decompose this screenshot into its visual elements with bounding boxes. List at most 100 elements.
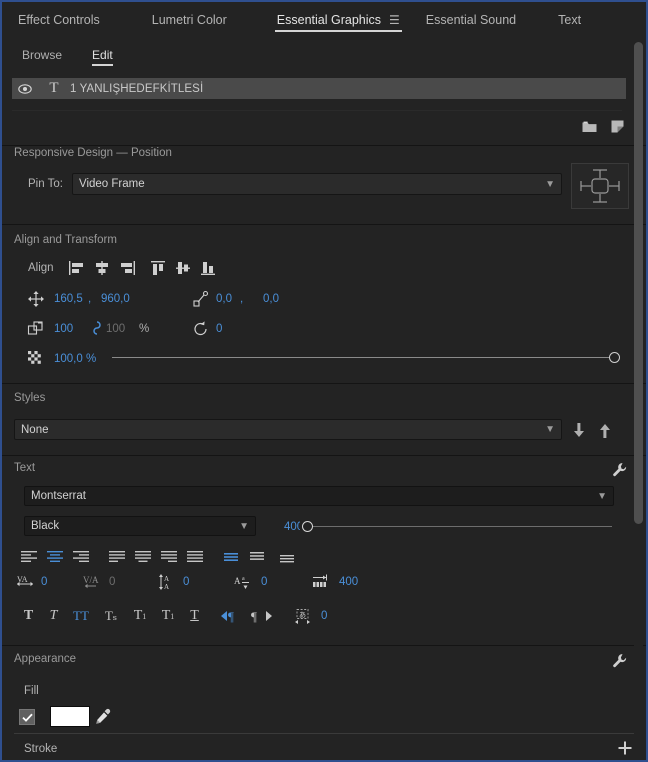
- font-size-slider-track[interactable]: [312, 526, 612, 527]
- wrench-icon[interactable]: [612, 462, 628, 478]
- rotation-icon: [192, 320, 210, 338]
- tab-text[interactable]: Text: [556, 2, 583, 37]
- subtab-browse[interactable]: Browse: [22, 40, 62, 70]
- new-folder-icon[interactable]: [582, 121, 597, 133]
- fill-color-swatch[interactable]: [50, 706, 90, 727]
- position-x-value[interactable]: 160,5: [54, 293, 83, 305]
- kerning-icon: V/A: [82, 573, 104, 591]
- align-right-icon[interactable]: [114, 257, 139, 279]
- tab-active-underline: [274, 30, 402, 32]
- svg-text:A: A: [164, 575, 169, 583]
- fill-enabled-checkbox[interactable]: [19, 709, 35, 725]
- wrench-icon[interactable]: [612, 653, 628, 669]
- align-bottom-icon[interactable]: [196, 257, 221, 279]
- tab-lumetri-color[interactable]: Lumetri Color: [150, 2, 229, 37]
- align-text-right-icon[interactable]: [68, 547, 94, 567]
- align-left-icon[interactable]: [64, 257, 89, 279]
- position-y-value[interactable]: 960,0: [101, 293, 130, 305]
- tsume-icon[interactable]: あ: [291, 605, 317, 627]
- scale-unit: %: [139, 323, 150, 335]
- scale-height-value[interactable]: 100: [106, 323, 125, 335]
- align-vertical-center-icon[interactable]: [218, 547, 244, 567]
- svg-text:a: a: [242, 576, 245, 582]
- position-icon: [27, 290, 45, 308]
- kerning-metric[interactable]: V/A 0: [82, 573, 158, 591]
- layer-list-row[interactable]: T 1 YANLIŞHEDEFKİTLESİ: [12, 78, 626, 99]
- divider: [2, 383, 646, 384]
- opacity-slider-knob[interactable]: [609, 352, 620, 363]
- rotation-value[interactable]: 0: [216, 323, 222, 335]
- plus-icon[interactable]: [618, 741, 632, 755]
- scale-width-value[interactable]: 100: [54, 323, 73, 335]
- font-family-select[interactable]: Montserrat ▼: [24, 486, 614, 506]
- pin-direction-widget[interactable]: [571, 163, 629, 209]
- layer-name[interactable]: 1 YANLIŞHEDEFKİTLESİ: [70, 83, 203, 95]
- baseline-shift-value[interactable]: 0: [261, 576, 267, 588]
- align-vertical-bottom-icon[interactable]: [274, 547, 300, 567]
- opacity-icon: [27, 350, 45, 368]
- superscript-icon[interactable]: T1: [126, 605, 154, 627]
- opacity-slider-track[interactable]: [112, 357, 617, 358]
- text-metrics-group: VA 0 V/A 0 A A 0 A a 0 400: [16, 573, 358, 591]
- tab-label: Essential Sound: [425, 12, 517, 27]
- opacity-value[interactable]: 100,0 %: [54, 353, 96, 365]
- styles-select[interactable]: None ▼: [14, 419, 562, 440]
- anchor-y-value[interactable]: 0,0: [263, 293, 279, 305]
- responsive-design-title: Responsive Design — Position: [14, 147, 172, 159]
- align-center-horizontal-icon[interactable]: [89, 257, 114, 279]
- align-top-icon[interactable]: [146, 257, 171, 279]
- faux-bold-icon[interactable]: T: [16, 605, 41, 627]
- align-text-center-icon[interactable]: [42, 547, 68, 567]
- pin-to-select[interactable]: Video Frame ▼: [72, 173, 562, 195]
- leading-metric[interactable]: A A 0: [158, 573, 234, 591]
- paragraph-width-value[interactable]: 400: [339, 576, 358, 588]
- tab-essential-graphics[interactable]: Essential Graphics ☰: [274, 2, 402, 37]
- justify-last-right-icon[interactable]: [156, 547, 182, 567]
- small-caps-icon[interactable]: Tₛ: [96, 605, 126, 627]
- justify-all-icon[interactable]: [182, 547, 208, 567]
- justify-last-left-icon[interactable]: [104, 547, 130, 567]
- align-button-group: [64, 257, 221, 279]
- subtab-edit[interactable]: Edit: [92, 40, 113, 70]
- paragraph-width-icon: [312, 573, 334, 591]
- arrow-down-icon[interactable]: [571, 421, 587, 439]
- direction-ltr-icon[interactable]: ¶: [217, 605, 247, 627]
- font-size-slider-knob[interactable]: [302, 521, 313, 532]
- leading-value[interactable]: 0: [183, 576, 189, 588]
- faux-italic-icon[interactable]: T: [41, 605, 66, 627]
- align-text-left-icon[interactable]: [16, 547, 42, 567]
- arrow-up-icon[interactable]: [597, 421, 613, 439]
- font-style-select[interactable]: Black ▼: [24, 516, 256, 536]
- font-size-value[interactable]: 400: [284, 521, 300, 532]
- tracking-metric[interactable]: VA 0: [16, 573, 82, 591]
- scrollbar-thumb[interactable]: [634, 42, 643, 524]
- align-vertical-top-icon[interactable]: [244, 547, 270, 567]
- panel-menu-icon[interactable]: ☰: [389, 14, 400, 26]
- paragraph-width-metric[interactable]: 400: [312, 573, 358, 591]
- tab-essential-sound[interactable]: Essential Sound: [424, 2, 518, 37]
- direction-rtl-icon[interactable]: ¶: [247, 605, 277, 627]
- anchor-x-value[interactable]: 0,0: [216, 293, 232, 305]
- tracking-icon: VA: [16, 573, 36, 591]
- eye-icon[interactable]: [12, 83, 38, 94]
- tracking-value[interactable]: 0: [41, 576, 47, 588]
- stroke-label: Stroke: [24, 743, 58, 755]
- baseline-shift-metric[interactable]: A a 0: [234, 573, 312, 591]
- tab-label: Essential Graphics: [276, 12, 382, 27]
- subscript-icon[interactable]: T1: [154, 605, 182, 627]
- tsume-value[interactable]: 0: [321, 610, 327, 622]
- underline-icon[interactable]: T: [182, 605, 207, 627]
- align-center-vertical-icon[interactable]: [171, 257, 196, 279]
- subtab-active-underline: [92, 64, 113, 66]
- kerning-value[interactable]: 0: [109, 576, 115, 588]
- tab-effect-controls[interactable]: Effect Controls: [16, 2, 102, 37]
- eyedropper-icon[interactable]: [94, 708, 112, 726]
- divider: [2, 145, 646, 146]
- new-layer-icon[interactable]: [611, 120, 624, 133]
- text-section-title: Text: [14, 462, 36, 474]
- link-icon[interactable]: [92, 321, 102, 339]
- justify-last-center-icon[interactable]: [130, 547, 156, 567]
- svg-text:¶: ¶: [251, 609, 257, 623]
- all-caps-icon[interactable]: TT: [66, 605, 96, 627]
- subtab-label: Edit: [92, 48, 113, 62]
